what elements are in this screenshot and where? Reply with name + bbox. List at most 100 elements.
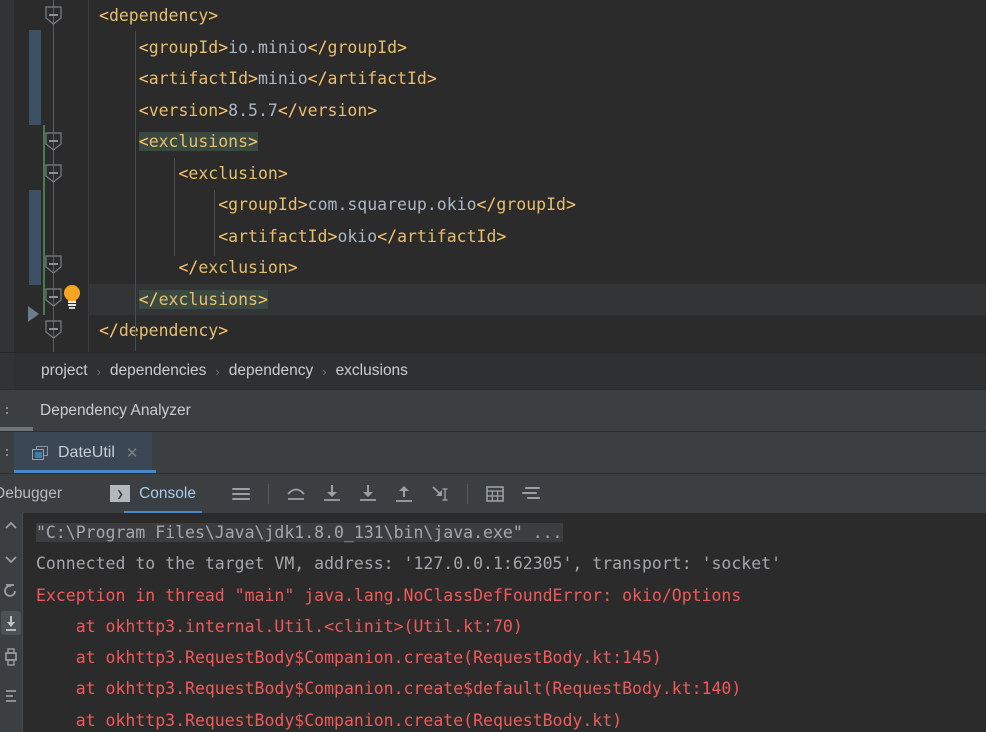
tag-bracket: < [138,100,149,120]
tag-name: artifactId [327,69,427,88]
dependency-analyzer-title: Dependency Analyzer [40,401,191,419]
tag-bracket: </ [99,321,119,340]
breadcrumb: project › dependencies › dependency › exclusio… [0,352,986,390]
console-side-toolbar [0,513,22,732]
editor-gutter[interactable] [14,0,88,352]
breadcrumb-item-dependency[interactable]: dependency [229,362,313,380]
tag-bracket: < [138,132,149,151]
run-to-cursor-icon[interactable] [427,481,453,507]
code-line[interactable]: <artifactId>okio</artifactId> [89,221,986,253]
breadcrumb-left-strip [0,353,14,390]
tag-bracket: > [327,226,338,246]
console-line[interactable]: "C:\Program Files\Java\jdk1.8.0_131\bin\… [23,517,986,548]
console-output-panel[interactable]: "C:\Program Files\Java\jdk1.8.0_131\bin\… [0,513,986,732]
breadcrumb-list: project › dependencies › dependency › exclusio… [0,362,408,380]
code-token-group: <artifactId>minio</artifactId> [139,69,437,88]
scroll-to-end-icon[interactable] [1,611,21,635]
breadcrumb-item-dependencies[interactable]: dependencies [110,362,207,380]
tag-bracket: < [178,163,189,183]
tag-bracket: < [218,226,229,246]
tag-text-value: minio [257,69,308,88]
wrap-icon[interactable] [1,685,21,709]
console-line-text: at okhttp3.RequestBody$Companion.create(… [36,710,623,730]
console-line[interactable]: at okhttp3.RequestBody$Companion.create(… [23,642,986,673]
breadcrumb-item-project[interactable]: project [41,362,88,380]
soft-wrap-icon[interactable] [228,481,254,507]
fold-collapse-icon[interactable] [45,288,62,307]
tag-bracket: > [218,321,229,340]
code-line[interactable]: </dependency> [89,315,986,347]
tag-text-value: com.squareup.okio [307,195,477,214]
gutter-selection-bar [29,190,41,285]
fold-collapse-icon[interactable] [45,132,62,151]
step-into-icon[interactable] [319,481,345,507]
code-line[interactable]: <exclusion> [89,158,986,190]
console-line-text: at okhttp3.internal.Util.<clinit>(Util.k… [36,616,523,636]
tab-console[interactable]: ❯ Console [98,474,208,514]
tag-name: groupId [148,37,219,57]
code-line[interactable]: <artifactId>minio</artifactId> [89,63,986,95]
tag-name: groupId [496,195,566,214]
tag-bracket: > [248,132,258,151]
ide-window: <dependency> <groupId>io.minio</groupId>… [0,0,986,732]
fold-collapse-icon[interactable] [45,255,62,274]
fold-collapse-icon[interactable] [45,164,62,183]
editor-left-edge-strip [0,0,14,352]
code-token-group: <exclusion> [178,164,287,183]
editor-code-area[interactable]: <dependency> <groupId>io.minio</groupId>… [89,0,986,352]
tag-bracket: > [208,6,219,25]
code-line[interactable]: </exclusions> [89,283,986,315]
tab-dateutil[interactable]: DateUtil ✕ [14,432,153,474]
tag-bracket: > [257,289,268,309]
fold-collapse-icon[interactable] [45,320,62,339]
code-line[interactable]: <dependency> [89,0,986,32]
code-line[interactable]: <exclusions> [89,126,986,158]
tab-debugger[interactable]: Debugger [0,474,74,514]
breadcrumb-item-exclusions[interactable]: exclusions [336,362,408,380]
tab-bar-strip-label: : [0,432,14,474]
step-over-icon[interactable] [283,481,309,507]
settings-list-icon[interactable] [518,481,544,507]
force-step-into-icon[interactable] [355,481,381,507]
close-icon[interactable]: ✕ [126,446,139,461]
console-line[interactable]: Connected to the target VM, address: '12… [23,548,986,579]
tag-bracket: > [218,37,229,57]
console-text-area[interactable]: "C:\Program Files\Java\jdk1.8.0_131\bin\… [23,513,986,732]
tag-bracket: > [565,195,576,214]
print-icon[interactable] [1,645,21,669]
tag-bracket: </ [307,37,328,57]
console-line[interactable]: at okhttp3.RequestBody$Companion.create(… [23,705,986,732]
tag-bracket: < [218,195,229,214]
console-line[interactable]: Exception in thread "main" java.lang.NoC… [23,580,986,611]
code-line[interactable]: <groupId>com.squareup.okio</groupId> [89,189,986,221]
code-editor[interactable]: <dependency> <groupId>io.minio</groupId>… [0,0,986,352]
scroll-down-icon[interactable] [1,547,21,571]
code-line[interactable]: <version>8.5.7</version> [89,95,986,127]
fold-collapse-icon[interactable] [45,6,62,25]
console-line[interactable]: at okhttp3.RequestBody$Companion.create$… [23,673,986,704]
tag-bracket: < [99,6,109,25]
code-token-group: <version>8.5.7</version> [139,101,377,120]
lightbulb-icon[interactable] [62,285,82,309]
tag-name: artifactId [397,226,497,246]
code-line[interactable]: <groupId>io.minio</groupId> [89,32,986,64]
tag-name: dependency [108,6,209,25]
console-line[interactable]: at okhttp3.internal.Util.<clinit>(Util.k… [23,611,986,642]
code-token-group: </dependency> [99,321,228,340]
console-line-text: at okhttp3.RequestBody$Companion.create(… [36,648,662,668]
indent-guide [174,158,176,256]
run-triangle-icon[interactable] [28,306,39,322]
code-line[interactable]: </exclusion> [89,252,986,284]
tag-bracket: < [138,69,149,88]
console-line-text: Connected to the target VM, address: '12… [36,554,782,574]
tag-bracket: </ [178,258,199,277]
dependency-analyzer-bar[interactable]: : Dependency Analyzer [0,389,986,432]
scroll-up-icon[interactable] [1,515,21,539]
rerun-icon[interactable] [1,579,21,603]
step-out-icon[interactable] [391,481,417,507]
evaluate-expression-icon[interactable] [482,481,508,507]
code-token-group: <groupId>com.squareup.okio</groupId> [218,195,576,214]
breadcrumb-separator: › [215,363,220,379]
toolbar-divider [466,483,468,504]
tag-bracket: </ [277,100,298,120]
